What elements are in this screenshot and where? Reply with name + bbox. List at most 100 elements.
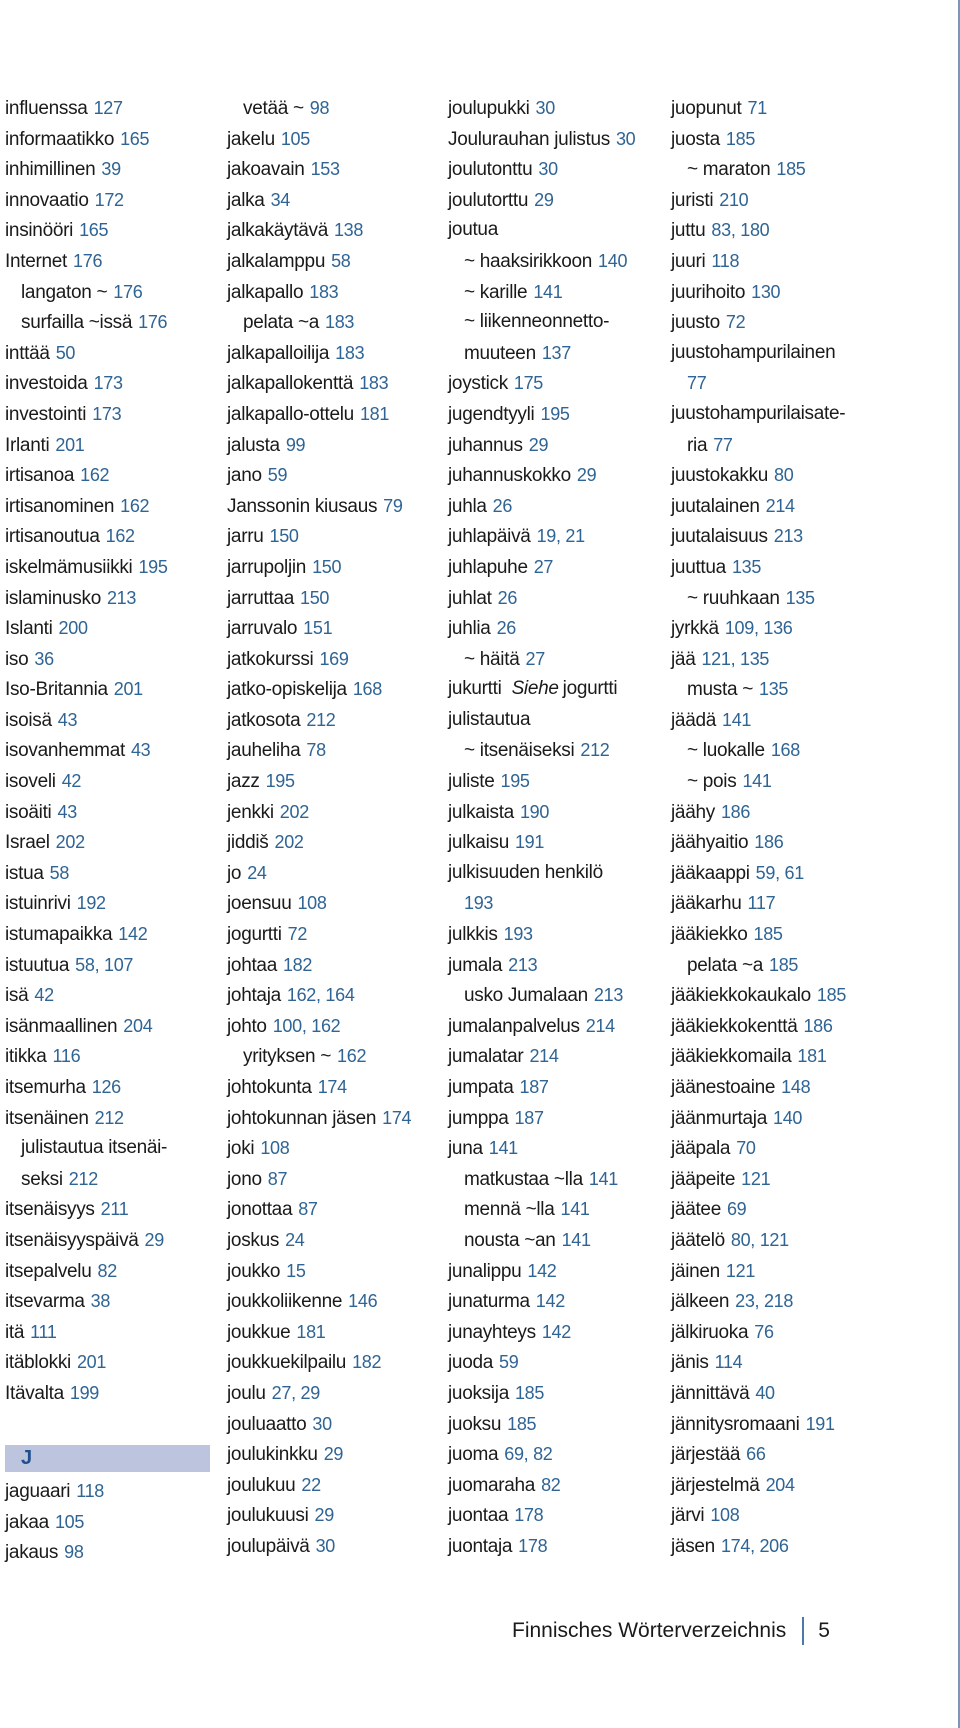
entry-page-numbers: 40 — [755, 1382, 775, 1403]
entry-page-numbers: 42 — [34, 985, 54, 1006]
entry-page-numbers: 77 — [713, 434, 733, 455]
index-entry: jalkalamppu 58 — [227, 246, 437, 277]
entry-term: insinööri — [5, 220, 74, 242]
entry-page-numbers: 135 — [731, 556, 762, 577]
entry-term: jälkiruoka — [671, 1321, 749, 1343]
entry-page-numbers: 176 — [73, 250, 103, 271]
index-entry: juontaja 178 — [448, 1531, 658, 1562]
index-entry: juurihoito 130 — [671, 277, 881, 308]
index-entry: investointi 173 — [5, 399, 215, 430]
entry-term: jäätelö — [671, 1229, 725, 1251]
entry-term: matkustaa ~lla — [464, 1168, 583, 1190]
index-entry: juustokakku 80 — [671, 460, 881, 491]
entry-page-numbers: 22 — [301, 1474, 321, 1495]
entry-term: inttää — [5, 342, 50, 364]
entry-page-numbers: 183 — [335, 342, 365, 363]
index-entry: juhannuskokko 29 — [448, 460, 658, 491]
entry-page-numbers: 29 — [576, 465, 597, 486]
entry-term: järjestelmä — [671, 1474, 760, 1496]
index-entry: itsemurha 126 — [5, 1072, 215, 1103]
entry-page-numbers: 141 — [488, 1138, 518, 1159]
index-entry: juontaa 178 — [448, 1500, 658, 1531]
entry-page-numbers: 29 — [528, 434, 549, 455]
index-entry: jatkosota 212 — [227, 705, 437, 736]
entry-page-numbers: 185 — [816, 985, 847, 1006]
entry-page-numbers: 80, 121 — [730, 1229, 789, 1250]
index-entry: jakelu 105 — [227, 124, 437, 155]
entry-page-numbers: 201 — [55, 434, 85, 455]
entry-page-numbers: 178 — [514, 1505, 544, 1526]
entry-term: jääkiekkomaila — [671, 1046, 792, 1068]
entry-page-numbers: 108 — [710, 1505, 740, 1526]
index-column-4: juopunut 71 juosta 185 ~ maraton 185 juristi 21… — [671, 93, 881, 1562]
entry-page-numbers: 212 — [580, 740, 610, 761]
entry-term: jäähy — [671, 801, 715, 823]
entry-page-numbers: 39 — [101, 159, 121, 180]
entry-term: ~ karille — [464, 281, 528, 303]
index-entry: isoisä 43 — [5, 705, 215, 736]
index-entry: jugendtyyli 195 — [448, 399, 658, 430]
entry-term: juliste — [448, 771, 495, 793]
index-entry: juoda 59 — [448, 1347, 658, 1378]
entry-term: jiddiš — [227, 832, 269, 854]
entry-term: inhimillinen — [5, 159, 96, 181]
index-entry: juutalainen 214 — [671, 491, 881, 522]
index-entry: julistautua — [448, 705, 658, 736]
entry-term: musta ~ — [687, 679, 754, 701]
entry-term: isovanhemmat — [5, 740, 125, 762]
index-subentry: surfailla ~issä 176 — [5, 307, 215, 338]
entry-page-numbers: 174, 206 — [720, 1535, 789, 1556]
index-entry: jäänestoaine 148 — [671, 1072, 881, 1103]
entry-page-numbers: 98 — [64, 1542, 84, 1563]
index-entry: jänis 114 — [671, 1347, 881, 1378]
entry-term: vetää ~ — [243, 98, 304, 119]
entry-page-numbers: 174 — [382, 1107, 412, 1128]
entry-page-numbers: 121 — [741, 1168, 771, 1189]
entry-page-numbers: 142 — [535, 1291, 565, 1312]
entry-page-numbers: 59 — [499, 1352, 519, 1373]
entry-term: jalkapalloilija — [227, 342, 330, 364]
entry-term: joskus — [227, 1229, 280, 1251]
entry-page-numbers: 141 — [742, 771, 772, 792]
index-subentry: ~ karille 141 — [448, 277, 658, 308]
entry-page-numbers: 23, 218 — [735, 1291, 794, 1312]
index-entry: jännitysromaani 191 — [671, 1409, 881, 1440]
index-entry: itsepalvelu 82 — [5, 1256, 215, 1287]
index-entry: jalkapallo 183 — [227, 277, 437, 308]
entry-term: johtaja — [227, 985, 281, 1007]
entry-term: jarruvalo — [227, 618, 298, 640]
index-entry: juristi 210 — [671, 185, 881, 216]
index-entry: juna 141 — [448, 1133, 658, 1164]
index-entry: johto 100, 162 — [227, 1011, 437, 1042]
index-entry: jalkapallokenttä 183 — [227, 368, 437, 399]
entry-term: jälkeen — [671, 1291, 730, 1313]
entry-term: joulu — [227, 1382, 266, 1404]
entry-page-numbers: 175 — [513, 373, 544, 394]
entry-page-numbers: 176 — [138, 312, 168, 333]
entry-page-numbers: 190 — [519, 801, 550, 822]
entry-page-numbers: 191 — [514, 832, 545, 853]
entry-term: julistautua — [448, 708, 531, 730]
entry-page-numbers: 43 — [130, 740, 151, 761]
index-entry: julkaisu 191 — [448, 827, 658, 858]
index-entry: jalkapallo-ottelu 181 — [227, 399, 437, 430]
index-entry: jano 59 — [227, 460, 437, 491]
entry-page-numbers: 34 — [270, 189, 291, 210]
entry-page-numbers: 58 — [331, 250, 351, 271]
index-entry: jäinen 121 — [671, 1256, 881, 1287]
entry-term: seksi — [21, 1168, 63, 1190]
entry-term: jäänestoaine — [671, 1077, 776, 1098]
entry-term: juhannuskokko — [448, 465, 571, 487]
index-entry: jääkiekko 185 — [671, 919, 881, 950]
index-entry: junalippu 142 — [448, 1256, 658, 1287]
index-entry: investoida 173 — [5, 368, 215, 399]
entry-term: Israel — [5, 832, 50, 854]
entry-page-numbers: 76 — [754, 1321, 774, 1342]
entry-page-numbers: 30 — [538, 159, 558, 180]
index-entry: jääkiekkokaukalo 185 — [671, 980, 881, 1011]
entry-term: itä — [5, 1321, 25, 1343]
entry-page-numbers: 142 — [118, 924, 148, 945]
entry-term: ~ itsenäiseksi — [464, 740, 575, 762]
entry-term: juontaja — [448, 1535, 513, 1557]
entry-term: jäädä — [671, 709, 716, 731]
